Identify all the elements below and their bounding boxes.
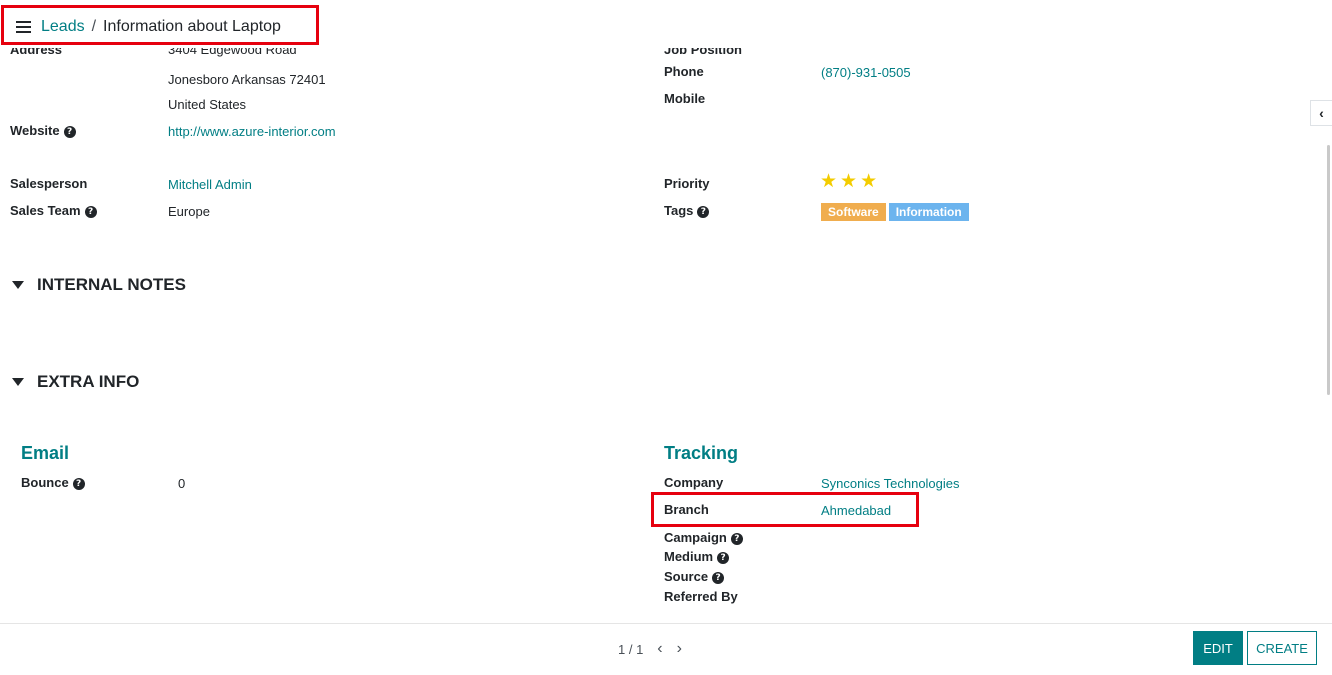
edit-button[interactable]: EDIT (1193, 631, 1243, 665)
question-circle-icon[interactable]: ? (697, 206, 710, 218)
branch-link[interactable]: Ahmedabad (821, 503, 891, 518)
source-label: Source? (664, 569, 725, 584)
address-label: Address (10, 48, 63, 57)
address-line-3: United States (168, 97, 247, 112)
create-button[interactable]: CREATE (1247, 631, 1317, 665)
question-circle-icon[interactable]: ? (63, 126, 76, 138)
breadcrumb-separator: / (91, 18, 97, 35)
star-icon[interactable]: ★ (860, 170, 877, 192)
campaign-label: Campaign? (664, 530, 743, 545)
phone-label: Phone (664, 64, 704, 79)
question-circle-icon[interactable]: ? (730, 533, 743, 545)
breadcrumb-current: Information about Laptop (103, 18, 281, 35)
caret-down-icon (12, 378, 24, 386)
email-group-title: Email (21, 443, 70, 463)
question-circle-icon[interactable]: ? (72, 478, 85, 490)
phone-link[interactable]: (870)-931-0505 (821, 65, 911, 80)
priority-label: Priority (664, 176, 710, 191)
priority-widget: ★ ★ ★ (820, 170, 880, 192)
website-link[interactable]: http://www.azure-interior.com (168, 124, 336, 139)
company-label: Company (664, 475, 724, 490)
tags-list: Software Information (821, 203, 972, 221)
star-icon[interactable]: ★ (820, 170, 837, 192)
breadcrumb-leads-link[interactable]: Leads (41, 18, 85, 36)
tag-software[interactable]: Software (821, 203, 886, 221)
pager-previous-icon[interactable]: ‹ (657, 640, 662, 658)
scrollbar[interactable] (1327, 145, 1330, 395)
pager-value[interactable]: 1 / 1 (618, 642, 643, 657)
sales-team-value: Europe (168, 204, 210, 219)
question-circle-icon[interactable]: ? (717, 552, 730, 564)
address-line-1: 3404 Edgewood Road (168, 48, 297, 57)
pager: 1 / 1 ‹ › (618, 640, 682, 658)
question-circle-icon[interactable]: ? (712, 572, 725, 584)
tag-information[interactable]: Information (888, 203, 969, 221)
website-label: Website? (10, 123, 76, 138)
extra-info-toggle[interactable]: EXTRA INFO (12, 372, 139, 392)
bounce-label: Bounce? (21, 475, 85, 490)
star-icon[interactable]: ★ (840, 170, 857, 192)
company-link[interactable]: Synconics Technologies (821, 476, 960, 491)
branch-label: Branch (664, 502, 709, 517)
breadcrumb: Leads / Information about Laptop (16, 14, 281, 40)
referred-by-label: Referred By (664, 589, 738, 604)
salesperson-label: Salesperson (10, 176, 88, 191)
salesperson-link[interactable]: Mitchell Admin (168, 177, 252, 192)
job-position-label: Job Position (664, 48, 742, 57)
mobile-label: Mobile (664, 91, 706, 106)
pager-next-icon[interactable]: › (677, 640, 682, 658)
bounce-value: 0 (178, 476, 186, 491)
hamburger-icon[interactable] (16, 18, 31, 36)
internal-notes-toggle[interactable]: INTERNAL NOTES (12, 275, 186, 295)
chevron-left-icon[interactable]: ‹ (1310, 100, 1332, 126)
sales-team-label: Sales Team? (10, 203, 97, 218)
medium-label: Medium? (664, 549, 730, 564)
question-circle-icon[interactable]: ? (84, 206, 97, 218)
address-line-2: Jonesboro Arkansas 72401 (168, 72, 326, 87)
tracking-group-title: Tracking (664, 443, 739, 463)
caret-down-icon (12, 281, 24, 289)
tags-label: Tags? (664, 203, 710, 218)
